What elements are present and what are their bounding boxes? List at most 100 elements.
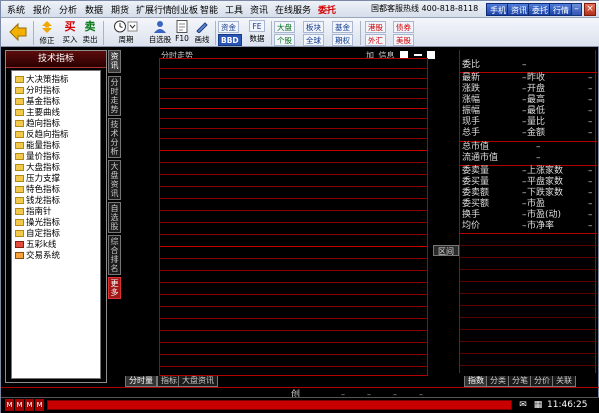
menu-tools[interactable]: 工具 [225, 3, 243, 16]
info-row: 委比 – [462, 60, 527, 70]
folder-icon [15, 120, 24, 127]
buy-button[interactable]: 买 买入 [61, 20, 79, 46]
status-chips: M M M M [5, 399, 45, 411]
hk-stocks-button[interactable]: 港股 [365, 21, 386, 33]
tree-item[interactable]: 交易系统 [15, 251, 60, 262]
vtab-ranking[interactable]: 综合排名 [108, 235, 121, 275]
bonds-button[interactable]: 债券 [393, 21, 414, 33]
folder-icon [15, 175, 24, 182]
mode-quote-button[interactable]: 行情 [549, 3, 573, 16]
period-button[interactable]: 周期 [105, 20, 147, 46]
message-icon[interactable]: ✉ [517, 399, 529, 411]
info-row: 委买额 – 市盈 – [462, 199, 593, 209]
menu-news[interactable]: 资讯 [250, 3, 268, 16]
back-arrow-icon[interactable] [8, 21, 28, 43]
market-button[interactable]: 大盘 [274, 21, 295, 33]
folder-icon [15, 142, 24, 149]
vtab-news[interactable]: 资讯 [108, 50, 121, 73]
tree-item[interactable]: 大盘指标 [15, 163, 60, 174]
tab-tick[interactable]: 分笔 [508, 376, 532, 387]
folder-icon [15, 197, 24, 204]
tree-item[interactable]: 主要曲线 [15, 108, 60, 119]
info-row: 总市值 – [462, 142, 541, 152]
correct-button[interactable]: 修正 [36, 20, 58, 46]
sell-icon: 卖 [84, 20, 96, 33]
minus-icon[interactable] [413, 54, 422, 56]
minimize-icon[interactable]: – [571, 3, 582, 16]
folder-icon [15, 131, 24, 138]
status-chip[interactable]: M [15, 399, 24, 411]
tree-item[interactable]: 指南针 [15, 207, 52, 218]
tab-related[interactable]: 关联 [552, 376, 576, 387]
person-icon [154, 21, 166, 33]
menu-online-service[interactable]: 在线服务 [275, 3, 311, 16]
vtab-intraday[interactable]: 分时走势 [108, 76, 121, 116]
folder-icon [15, 219, 24, 226]
tree-item[interactable]: 能量指标 [15, 141, 60, 152]
menu-smart[interactable]: 智能 [200, 3, 218, 16]
bbd-button[interactable]: BBD [218, 34, 242, 46]
tree-item[interactable]: 基金指标 [15, 97, 60, 108]
tab-index[interactable]: 指数 [464, 376, 488, 387]
expand-arrow-icon[interactable] [427, 51, 436, 59]
global-button[interactable]: 全球 [303, 34, 324, 46]
f10-button[interactable]: F10 [173, 20, 191, 46]
stock-button[interactable]: 个股 [274, 34, 295, 46]
range-button[interactable]: 区间 [433, 245, 459, 256]
vtab-watchlist[interactable]: 自选股 [108, 202, 121, 233]
status-chip[interactable]: M [35, 399, 44, 411]
menu-quote[interactable]: 报价 [33, 3, 51, 16]
up-down-arrow-icon [42, 21, 52, 33]
status-chip[interactable]: M [25, 399, 34, 411]
tree-item[interactable]: 反趋向指标 [15, 130, 69, 141]
tab-price[interactable]: 分价 [530, 376, 554, 387]
data-button[interactable]: FE 数据 [245, 20, 269, 46]
tree-item[interactable]: 趋向指标 [15, 119, 60, 130]
menu-system[interactable]: 系统 [7, 3, 25, 16]
fund-button[interactable]: 资金 [218, 21, 239, 33]
clock: 11:46:25 [547, 400, 588, 410]
sector-button[interactable]: 板块 [303, 21, 324, 33]
menu-analysis[interactable]: 分析 [59, 3, 77, 16]
tree-item[interactable]: 自定指标 [15, 229, 60, 240]
menu-futures[interactable]: 期货 [111, 3, 129, 16]
vtab-technical[interactable]: 技术分析 [108, 118, 121, 158]
vtab-more[interactable]: 更多 [108, 277, 121, 299]
sell-button[interactable]: 卖 卖出 [81, 20, 99, 46]
menu-data[interactable]: 数据 [85, 3, 103, 16]
tree-item[interactable]: 压力支撑 [15, 174, 60, 185]
info-row: 流通市值 – [462, 153, 541, 163]
info-row: 均价 – 市净率 – [462, 221, 593, 231]
fund-category-button[interactable]: 基金 [332, 21, 353, 33]
menu-gem[interactable]: 创业板 [171, 3, 198, 16]
forex-button[interactable]: 外汇 [365, 34, 386, 46]
tab-category[interactable]: 分类 [486, 376, 510, 387]
tree-item[interactable]: 量价指标 [15, 152, 60, 163]
menu-extended-quotes[interactable]: 扩展行情 [136, 3, 172, 16]
calculator-icon[interactable]: ▦ [532, 399, 544, 411]
tree-item[interactable]: 钱龙指标 [15, 196, 60, 207]
watchlist-button[interactable]: 自选股 [147, 20, 173, 46]
tree-item[interactable]: 操光指标 [15, 218, 60, 229]
close-icon[interactable]: × [584, 3, 596, 16]
tree-item[interactable]: 五彩k线 [15, 240, 56, 251]
tree-item[interactable]: 分时指标 [15, 86, 60, 97]
chart-grid[interactable] [159, 58, 428, 376]
tree-item[interactable]: 大决策指标 [15, 75, 69, 86]
us-stocks-button[interactable]: 美股 [393, 34, 414, 46]
ticker-strip[interactable] [47, 400, 512, 410]
info-row: 现手 – 量比 – [462, 117, 593, 127]
folder-icon [15, 109, 24, 116]
status-chip[interactable]: M [5, 399, 14, 411]
tree-item[interactable]: 特色指标 [15, 185, 60, 196]
fe-box: FE [249, 20, 265, 32]
options-button[interactable]: 期权 [332, 34, 353, 46]
vtab-market-news[interactable]: 大盘资讯 [108, 160, 121, 200]
folder-icon [15, 230, 24, 237]
info-row: 换手 – 市盈(动) – [462, 210, 593, 220]
tab-intraday-volume[interactable]: 分时量 [125, 376, 157, 387]
tab-market-news[interactable]: 大盘资讯 [178, 376, 218, 387]
draw-line-button[interactable]: 画线 [191, 20, 213, 46]
folder-icon [15, 87, 24, 94]
menu-trade[interactable]: 委托 [318, 3, 336, 16]
